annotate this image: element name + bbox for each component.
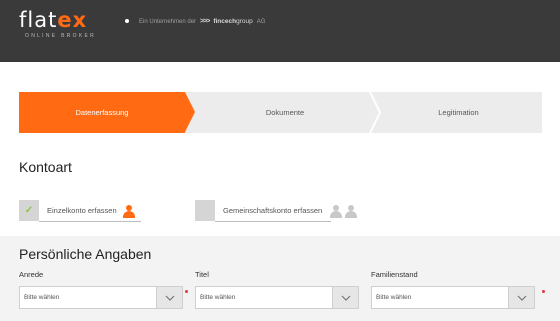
logo-accent-text: ex	[57, 8, 88, 32]
option-underline	[39, 221, 141, 222]
company-brand: fincechgroup	[213, 18, 252, 25]
step-dokumente: Dokumente	[195, 92, 375, 133]
step-label: Dokumente	[265, 108, 305, 117]
option-underline	[215, 221, 331, 222]
gemeinschaftskonto-checkbox[interactable]	[195, 199, 215, 221]
top-header: flatex ONLINE BROKER Ein Unternehmen der…	[0, 0, 560, 62]
titel-dropdown-button[interactable]	[332, 287, 358, 308]
personal-heading: Persönliche Angaben	[19, 246, 152, 262]
anrede-select[interactable]: Bitte wählen	[19, 286, 183, 309]
einzelkonto-checkbox[interactable]: ✓	[19, 199, 39, 221]
company-brand-light: group	[236, 18, 253, 25]
kontoart-heading: Kontoart	[19, 159, 72, 175]
einzelkonto-label: Einzelkonto erfassen	[47, 205, 117, 215]
check-icon: ✓	[24, 204, 34, 216]
company-suffix: AG	[256, 18, 266, 25]
option-einzelkonto[interactable]: ✓ Einzelkonto erfassen	[19, 199, 141, 222]
option-gemeinschaftskonto[interactable]: Gemeinschaftskonto erfassen	[195, 199, 331, 222]
company-tagline: Ein Unternehmen der >>> fincechgroup AG	[139, 18, 265, 25]
gemeinschaftskonto-label: Gemeinschaftskonto erfassen	[223, 205, 323, 215]
progress-steps: Datenerfassung Dokumente Legitimation	[19, 92, 542, 133]
select-placeholder: Bitte wählen	[376, 294, 412, 301]
logo-wordmark: flatex	[19, 7, 87, 33]
person-body	[123, 211, 135, 218]
step-label: Datenerfassung	[75, 108, 129, 117]
titel-label: Titel	[195, 270, 209, 279]
logo-dot-icon	[125, 19, 129, 23]
step-legitimation: Legitimation	[375, 92, 542, 133]
company-brand-bold: fincech	[213, 18, 237, 25]
chevron-down-icon	[517, 295, 526, 301]
person-body	[345, 211, 357, 218]
anrede-label: Anrede	[19, 270, 44, 279]
chevron-down-icon	[165, 295, 174, 301]
familienstand-select[interactable]: Bitte wählen	[371, 286, 535, 309]
familienstand-label: Familienstand	[371, 270, 418, 279]
anrede-dropdown-button[interactable]	[156, 287, 182, 308]
person-body	[330, 211, 342, 218]
select-placeholder: Bitte wählen	[200, 294, 236, 301]
logo-main-text: flat	[19, 8, 58, 32]
step-label: Legitimation	[438, 108, 479, 117]
required-indicator	[185, 290, 188, 293]
titel-select[interactable]: Bitte wählen	[195, 286, 359, 309]
select-placeholder: Bitte wählen	[24, 294, 60, 301]
company-prefix: Ein Unternehmen der	[139, 18, 197, 25]
chevron-down-icon	[341, 295, 350, 301]
step-datenerfassung: Datenerfassung	[19, 92, 185, 133]
flatex-logo[interactable]: flatex ONLINE BROKER	[19, 8, 131, 43]
familienstand-dropdown-button[interactable]	[508, 287, 534, 308]
required-indicator	[542, 290, 545, 293]
fincech-arrows-icon: >>>	[200, 18, 210, 25]
step-active-arrow	[185, 92, 195, 132]
logo-subtitle: ONLINE BROKER	[25, 33, 97, 39]
